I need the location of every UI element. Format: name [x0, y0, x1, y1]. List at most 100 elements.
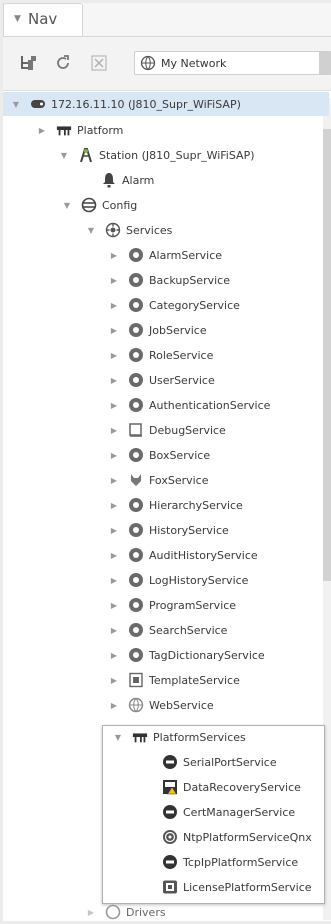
expand-arrow-icon[interactable]: ▶ [109, 576, 119, 585]
tree-row-root[interactable]: ▼ 172.16.11.10 (J810_Supr_WiFiSAP) [3, 92, 329, 116]
platform-services-label: PlatformServices [153, 730, 246, 744]
collapse-arrow-icon[interactable]: ▼ [11, 100, 21, 109]
network-select-value: My Network [161, 56, 227, 70]
tree-row-service[interactable]: ▶ LogHistoryService [109, 568, 248, 592]
tree-row-service[interactable]: ▶ JobService [109, 318, 207, 342]
search-service-icon [128, 622, 144, 638]
collapse-arrow-icon[interactable]: ▼ [59, 151, 69, 160]
expand-arrow-icon[interactable]: ▶ [109, 551, 119, 560]
refresh-icon[interactable] [52, 52, 74, 74]
license-service-icon [162, 879, 178, 895]
globe-icon [140, 55, 156, 71]
tree-row-platform[interactable]: ▶ Platform [37, 118, 123, 142]
template-service-icon [128, 672, 144, 688]
fox-service-icon [128, 472, 144, 488]
collapse-arrow-icon[interactable]: ▼ [113, 733, 123, 742]
expand-arrow-icon[interactable]: ▶ [109, 676, 119, 685]
station-label: Station (J810_Supr_WiFiSAP) [99, 148, 255, 162]
tree-row-station[interactable]: ▼ Station (J810_Supr_WiFiSAP) [59, 143, 255, 167]
database-icon [81, 197, 97, 213]
tree-row-service[interactable]: ▶ HistoryService [109, 518, 229, 542]
expand-arrow-icon[interactable]: ▶ [109, 301, 119, 310]
tree-row-service[interactable]: ▶ AuthenticationService [109, 393, 270, 417]
expand-arrow-icon[interactable]: ▶ [109, 351, 119, 360]
platform-service-label: TcpIpPlatformService [183, 855, 299, 869]
tree-row-service[interactable]: ▶ AuditHistoryService [109, 543, 258, 567]
expand-arrow-icon[interactable]: ▶ [109, 401, 119, 410]
service-label: BoxService [149, 448, 211, 462]
tree-row-service[interactable]: ▶ RoleService [109, 343, 213, 367]
expand-arrow-icon[interactable]: ▶ [109, 526, 119, 535]
platform-icon [132, 729, 148, 745]
platform-service-label: LicensePlatformService [183, 880, 312, 894]
tree-row-service[interactable]: ▶ WebService [109, 693, 214, 717]
expand-arrow-icon[interactable]: ▶ [109, 251, 119, 260]
tree-view-icon[interactable] [17, 52, 39, 74]
tree-row-service[interactable]: ▶ SearchService [109, 618, 227, 642]
role-service-icon [128, 347, 144, 363]
bell-icon [101, 172, 117, 188]
expand-arrow-icon[interactable]: ▶ [109, 601, 119, 610]
network-select[interactable]: My Network [134, 51, 331, 75]
tree-row-service[interactable]: ▶ HierarchyService [109, 493, 243, 517]
platform-service-label: SerialPortService [183, 755, 277, 769]
history-service-icon [128, 522, 144, 538]
tree-row-service[interactable]: ▶ TemplateService [109, 668, 240, 692]
service-label: TemplateService [149, 673, 240, 687]
tree-row-service[interactable]: ▶ AlarmService [109, 243, 222, 267]
platform-service-label: NtpPlatformServiceQnx [183, 830, 312, 844]
tree-row-services[interactable]: ▼ Services [86, 218, 172, 242]
config-label: Config [102, 198, 138, 212]
web-service-icon [128, 697, 144, 713]
tree-row-platform-service[interactable]: SerialPortService [162, 750, 277, 774]
alarm-service-icon [128, 247, 144, 263]
tree-row-service[interactable]: ▶ FoxService [109, 468, 209, 492]
expand-arrow-icon[interactable]: ▶ [109, 276, 119, 285]
close-icon[interactable] [88, 52, 110, 74]
drivers-label: Drivers [126, 905, 166, 919]
collapse-arrow-icon[interactable]: ▼ [86, 226, 96, 235]
tree-row-platform-services[interactable]: ▼ PlatformServices [113, 725, 246, 749]
tree-row-platform-service[interactable]: NtpPlatformServiceQnx [162, 825, 312, 849]
tree-row-service[interactable]: ▶ CategoryService [109, 293, 240, 317]
tree-row-service[interactable]: ▶ ProgramService [109, 593, 236, 617]
expand-arrow-icon[interactable]: ▶ [109, 451, 119, 460]
expand-arrow-icon[interactable]: ▶ [109, 501, 119, 510]
platform-label: Platform [77, 123, 124, 137]
chevron-down-icon[interactable] [319, 52, 331, 74]
service-label: HistoryService [149, 523, 229, 537]
expand-arrow-icon[interactable]: ▶ [37, 126, 47, 135]
expand-arrow-icon[interactable]: ▶ [109, 476, 119, 485]
nav-toolbar: My Network [3, 36, 331, 91]
tree-row-platform-service[interactable]: TcpIpPlatformService [162, 850, 298, 874]
tree-row-service[interactable]: ▶ UserService [109, 368, 215, 392]
tree-row-config[interactable]: ▼ Config [62, 193, 137, 217]
expand-arrow-icon[interactable]: ▶ [109, 326, 119, 335]
expand-arrow-icon[interactable]: ▶ [109, 701, 119, 710]
tree-row-service[interactable]: ▶ DebugService [109, 418, 226, 442]
hierarchy-service-icon [128, 497, 144, 513]
expand-arrow-icon[interactable]: ▶ [109, 626, 119, 635]
tree-row-service[interactable]: ▶ TagDictionaryService [109, 643, 265, 667]
expand-arrow-icon[interactable]: ▶ [109, 376, 119, 385]
platform-service-label: DataRecoveryService [183, 780, 301, 794]
tree-row-service[interactable]: ▶ BackupService [109, 268, 230, 292]
tree-row-drivers[interactable]: ▶ Drivers [86, 900, 166, 924]
expand-arrow-icon[interactable]: ▶ [86, 908, 96, 917]
service-label: RoleService [149, 348, 214, 362]
services-label: Services [126, 223, 173, 237]
service-label: LogHistoryService [149, 573, 249, 587]
tab-caret-icon[interactable]: ▼ [14, 14, 21, 24]
expand-arrow-icon[interactable]: ▶ [109, 651, 119, 660]
tree-row-service[interactable]: ▶ BoxService [109, 443, 210, 467]
tree-row-platform-service[interactable]: CertManagerService [162, 800, 295, 824]
collapse-arrow-icon[interactable]: ▼ [62, 201, 72, 210]
tab-nav[interactable]: ▼ Nav [3, 3, 83, 36]
service-label: DebugService [149, 423, 226, 437]
scrollbar-thumb[interactable] [323, 129, 331, 581]
expand-arrow-icon[interactable]: ▶ [109, 426, 119, 435]
tree-row-platform-service[interactable]: LicensePlatformService [162, 875, 312, 899]
auth-service-icon [128, 397, 144, 413]
tree-row-alarm[interactable]: Alarm [82, 168, 154, 192]
tree-row-platform-service[interactable]: DataRecoveryService [162, 775, 301, 799]
